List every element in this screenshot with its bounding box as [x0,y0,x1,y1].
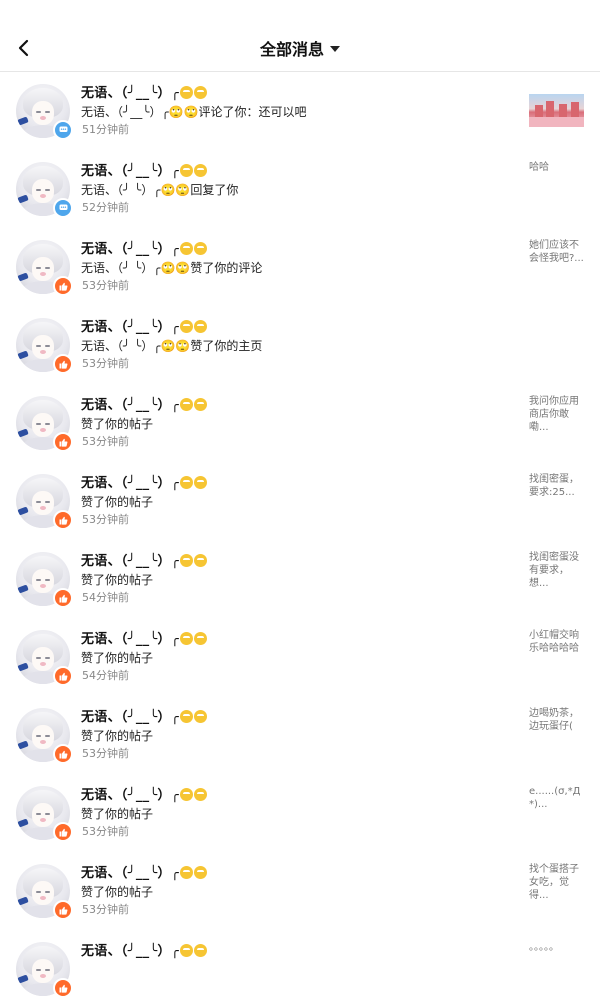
notification-item[interactable]: 无语、（╯__╰）╭ 赞了你的帖子 53分钟前 找闺密蛋，要求:25... [0,462,600,540]
eye-roll-emoji-icon [179,476,193,489]
post-preview-text[interactable]: 边喝奶茶，边玩蛋仔( [529,707,585,733]
timestamp: 53分钟前 [82,747,129,760]
like-badge-icon [53,900,73,920]
username[interactable]: 无语、（╯__╰）╭ [81,238,207,257]
notification-item[interactable]: 无语、（╯__╰）╭ 无语、（╯ ╰）╭🙄🙄回复了你 52分钟前 哈哈 [0,150,600,228]
notification-text: 赞了你的帖子 [81,729,154,743]
notification-text: 无语、（╯__╰）╭🙄🙄评论了你：还可以吧 [81,105,307,119]
eye-roll-emoji-icon [193,320,207,333]
post-preview-text[interactable]: 找个蛋搭子女吃，觉得... [529,863,585,902]
comment-badge-icon [53,120,73,140]
username[interactable]: 无语、（╯__╰）╭ [81,940,207,959]
like-badge-icon [53,432,73,452]
like-badge-icon [53,822,73,842]
eye-roll-emoji-icon [193,866,207,879]
notification-item[interactable]: 无语、（╯__╰）╭ 无语、（╯ ╰）╭🙄🙄赞了你的主页 53分钟前 [0,306,600,384]
post-preview-text[interactable]: 找闺密蛋没有要求，想... [529,551,585,590]
notification-item[interactable]: 无语、（╯__╰）╭ 无语、（╯__╰）╭🙄🙄评论了你：还可以吧 51分钟前 [0,72,600,150]
eye-roll-emoji-icon [193,632,207,645]
like-badge-icon [53,978,73,998]
eye-roll-emoji-icon [179,86,193,99]
post-preview-text[interactable]: 她们应该不会怪我吧?... [529,239,585,265]
notification-text: 赞了你的帖子 [81,417,154,431]
notification-text: 赞了你的帖子 [81,573,154,587]
eye-roll-emoji-icon [179,164,193,177]
notification-text: 无语、（╯ ╰）╭🙄🙄赞了你的评论 [81,261,263,275]
notification-item[interactable]: 无语、（╯__╰）╭ 赞了你的帖子 54分钟前 找闺密蛋没有要求，想... [0,540,600,618]
timestamp: 53分钟前 [82,903,129,916]
username[interactable]: 无语、（╯__╰）╭ [81,472,207,491]
eye-roll-emoji-icon [193,164,207,177]
like-badge-icon [53,510,73,530]
notification-text: 赞了你的帖子 [81,495,154,509]
notification-item[interactable]: 无语、（╯__╰）╭ 赞了你的帖子 53分钟前 我问你应用商店你敢嘞... [0,384,600,462]
like-badge-icon [53,744,73,764]
notification-text: 赞了你的帖子 [81,885,154,899]
eye-roll-emoji-icon [179,554,193,567]
username[interactable]: 无语、（╯__╰）╭ [81,784,207,803]
notification-item[interactable]: 无语、（╯__╰）╭ 无语、（╯ ╰）╭🙄🙄赞了你的评论 53分钟前 她们应该不… [0,228,600,306]
post-thumbnail[interactable] [529,94,584,127]
eye-roll-emoji-icon [193,944,207,957]
notification-item[interactable]: 无语、（╯__╰）╭ 。。。。。 [0,930,600,1008]
eye-roll-emoji-icon [179,944,193,957]
eye-roll-emoji-icon [179,320,193,333]
notification-text: 赞了你的帖子 [81,651,154,665]
eye-roll-emoji-icon [193,788,207,801]
timestamp: 53分钟前 [82,825,129,838]
eye-roll-emoji-icon [193,398,207,411]
top-bar: 全部消息 [0,0,600,72]
username[interactable]: 无语、（╯__╰）╭ [81,394,207,413]
eye-roll-emoji-icon [193,242,207,255]
timestamp: 54分钟前 [82,591,129,604]
username[interactable]: 无语、（╯__╰）╭ [81,82,207,101]
timestamp: 53分钟前 [82,357,129,370]
like-badge-icon [53,666,73,686]
message-filter-dropdown[interactable]: 全部消息 [0,36,600,60]
username[interactable]: 无语、（╯__╰）╭ [81,706,207,725]
like-badge-icon [53,588,73,608]
notification-item[interactable]: 无语、（╯__╰）╭ 赞了你的帖子 53分钟前 边喝奶茶，边玩蛋仔( [0,696,600,774]
eye-roll-emoji-icon [193,710,207,723]
eye-roll-emoji-icon [179,632,193,645]
post-preview-text[interactable]: 小红帽交响乐哈哈哈哈 [529,629,585,655]
username[interactable]: 无语、（╯__╰）╭ [81,160,207,179]
eye-roll-emoji-icon [179,788,193,801]
post-preview-text[interactable]: 找闺密蛋，要求:25... [529,473,585,499]
timestamp: 54分钟前 [82,669,129,682]
notification-list: 无语、（╯__╰）╭ 无语、（╯__╰）╭🙄🙄评论了你：还可以吧 51分钟前 无… [0,72,600,1008]
notification-text: 无语、（╯ ╰）╭🙄🙄回复了你 [81,183,239,197]
caret-down-icon [330,46,340,52]
username[interactable]: 无语、（╯__╰）╭ [81,862,207,881]
like-badge-icon [53,354,73,374]
notification-item[interactable]: 无语、（╯__╰）╭ 赞了你的帖子 54分钟前 小红帽交响乐哈哈哈哈 [0,618,600,696]
timestamp: 53分钟前 [82,279,129,292]
eye-roll-emoji-icon [193,476,207,489]
eye-roll-emoji-icon [179,710,193,723]
timestamp: 51分钟前 [82,123,129,136]
eye-roll-emoji-icon [179,242,193,255]
eye-roll-emoji-icon [193,86,207,99]
notification-item[interactable]: 无语、（╯__╰）╭ 赞了你的帖子 53分钟前 找个蛋搭子女吃，觉得... [0,852,600,930]
post-preview-text[interactable]: 。。。。。 [529,941,585,954]
page-title: 全部消息 [259,40,324,59]
eye-roll-emoji-icon [179,866,193,879]
notification-text: 赞了你的帖子 [81,807,154,821]
username[interactable]: 无语、（╯__╰）╭ [81,628,207,647]
post-preview-text[interactable]: e......(σ,*Д*)... [529,785,585,811]
post-preview-text[interactable]: 哈哈 [529,161,585,174]
eye-roll-emoji-icon [179,398,193,411]
timestamp: 53分钟前 [82,513,129,526]
notification-item[interactable]: 无语、（╯__╰）╭ 赞了你的帖子 53分钟前 e......(σ,*Д*)..… [0,774,600,852]
comment-badge-icon [53,198,73,218]
like-badge-icon [53,276,73,296]
post-preview-text[interactable]: 我问你应用商店你敢嘞... [529,395,585,434]
username[interactable]: 无语、（╯__╰）╭ [81,550,207,569]
timestamp: 53分钟前 [82,435,129,448]
notification-text: 无语、（╯ ╰）╭🙄🙄赞了你的主页 [81,339,263,353]
timestamp: 52分钟前 [82,201,129,214]
eye-roll-emoji-icon [193,554,207,567]
username[interactable]: 无语、（╯__╰）╭ [81,316,207,335]
